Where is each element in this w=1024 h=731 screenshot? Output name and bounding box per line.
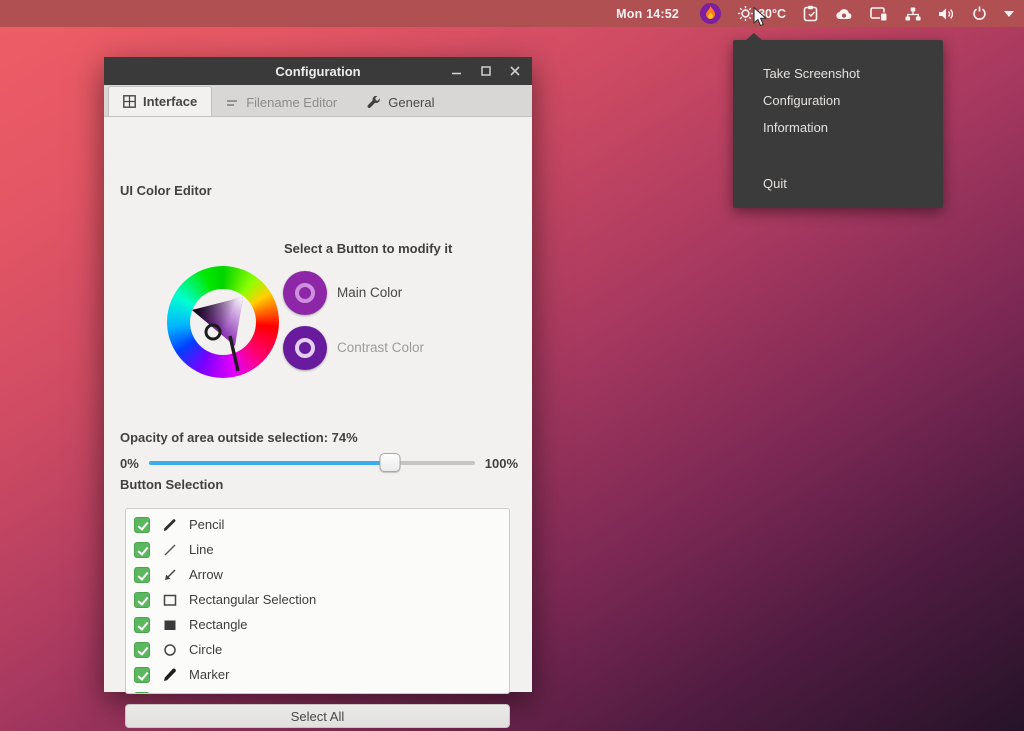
titlebar[interactable]: Configuration xyxy=(104,57,532,85)
circle-icon xyxy=(162,642,177,657)
color-editor-heading: UI Color Editor xyxy=(120,183,212,198)
checkbox-checked[interactable] xyxy=(134,692,150,695)
select-all-label: Select All xyxy=(291,709,344,724)
button-selection-list[interactable]: Pencil Line Arrow xyxy=(125,508,510,694)
tool-row-pencil[interactable]: Pencil xyxy=(134,512,509,537)
tool-row-rectangle[interactable]: Rectangle xyxy=(134,612,509,637)
slider-fill xyxy=(149,461,390,465)
line-icon xyxy=(162,542,177,557)
checkbox-checked[interactable] xyxy=(134,567,150,583)
menu-item-quit[interactable]: Quit xyxy=(733,170,943,197)
select-button-hint: Select a Button to modify it xyxy=(284,241,452,256)
interface-icon xyxy=(123,95,136,108)
tab-bar: Interface Filename Editor General xyxy=(104,85,532,117)
tool-row-rectangular-selection[interactable]: Rectangular Selection xyxy=(134,587,509,612)
tab-interface[interactable]: Interface xyxy=(108,86,212,116)
checkbox-checked[interactable] xyxy=(134,667,150,683)
main-color-label: Main Color xyxy=(337,285,402,300)
opacity-slider[interactable] xyxy=(149,461,475,465)
configuration-window: Configuration Interface xyxy=(104,57,532,692)
rect-selection-icon xyxy=(162,592,177,607)
slider-max-label: 100% xyxy=(485,456,518,471)
tab-label: Interface xyxy=(143,94,197,109)
close-button[interactable] xyxy=(506,62,524,80)
tool-label: Rectangular Selection xyxy=(189,592,316,607)
tool-label: Pencil xyxy=(189,517,224,532)
arrow-icon xyxy=(162,567,177,582)
tool-label: Circle xyxy=(189,642,222,657)
sun-icon xyxy=(738,6,753,21)
tool-label: Marker xyxy=(189,667,229,682)
color-wheel[interactable] xyxy=(167,266,279,378)
clipboard-icon[interactable] xyxy=(803,5,818,22)
interface-tab-content: UI Color Editor xyxy=(104,117,532,692)
tool-label: Rectangle xyxy=(189,617,248,632)
tab-general[interactable]: General xyxy=(352,88,449,116)
caret-down-icon[interactable] xyxy=(1004,11,1014,17)
filename-editor-icon xyxy=(227,99,239,107)
main-color-button[interactable] xyxy=(283,271,327,315)
checkbox-checked[interactable] xyxy=(134,617,150,633)
checkbox-checked[interactable] xyxy=(134,542,150,558)
tab-label: Filename Editor xyxy=(246,95,337,110)
ring-icon xyxy=(295,283,315,303)
menu-item-configuration[interactable]: Configuration xyxy=(733,87,943,114)
tool-row-line[interactable]: Line xyxy=(134,537,509,562)
top-panel: Mon 14:52 30°C xyxy=(0,0,1024,27)
minimize-button[interactable] xyxy=(448,62,466,80)
menu-item-information[interactable]: Information xyxy=(733,114,943,141)
select-all-button[interactable]: Select All xyxy=(125,704,510,728)
tab-label: General xyxy=(388,95,434,110)
wrench-icon xyxy=(367,96,381,110)
saturation-triangle[interactable] xyxy=(167,266,279,378)
contrast-color-label: Contrast Color xyxy=(337,340,424,355)
app-indicator-icon[interactable] xyxy=(835,7,853,21)
clock: Mon 14:52 xyxy=(616,7,679,21)
checkbox-checked[interactable] xyxy=(134,592,150,608)
network-icon[interactable] xyxy=(905,7,921,21)
contrast-color-button[interactable] xyxy=(283,326,327,370)
slider-handle[interactable] xyxy=(380,453,401,472)
marker-icon xyxy=(162,667,177,682)
button-selection-heading: Button Selection xyxy=(120,477,223,492)
power-icon[interactable] xyxy=(972,6,987,21)
tool-row-circle[interactable]: Circle xyxy=(134,637,509,662)
ring-icon xyxy=(295,338,315,358)
tab-filename-editor[interactable]: Filename Editor xyxy=(212,88,352,116)
flameshot-tray-menu: Take Screenshot Configuration Informatio… xyxy=(733,40,943,208)
tool-row-arrow[interactable]: Arrow xyxy=(134,562,509,587)
devices-icon[interactable] xyxy=(870,7,888,21)
checkbox-checked[interactable] xyxy=(134,642,150,658)
tool-label: Arrow xyxy=(189,567,223,582)
flameshot-tray-icon[interactable] xyxy=(700,3,721,24)
opacity-label: Opacity of area outside selection: 74% xyxy=(120,430,358,445)
checkbox-checked[interactable] xyxy=(134,517,150,533)
volume-icon[interactable] xyxy=(938,7,955,21)
tool-row-marker[interactable]: Marker xyxy=(134,662,509,687)
menu-item-take-screenshot[interactable]: Take Screenshot xyxy=(733,60,943,87)
rectangle-icon xyxy=(162,617,177,632)
slider-min-label: 0% xyxy=(120,456,139,471)
mouse-cursor xyxy=(753,7,768,32)
tool-row-partial[interactable] xyxy=(134,687,509,694)
maximize-button[interactable] xyxy=(477,62,495,80)
tool-label: Line xyxy=(189,542,214,557)
pencil-icon xyxy=(162,517,177,532)
